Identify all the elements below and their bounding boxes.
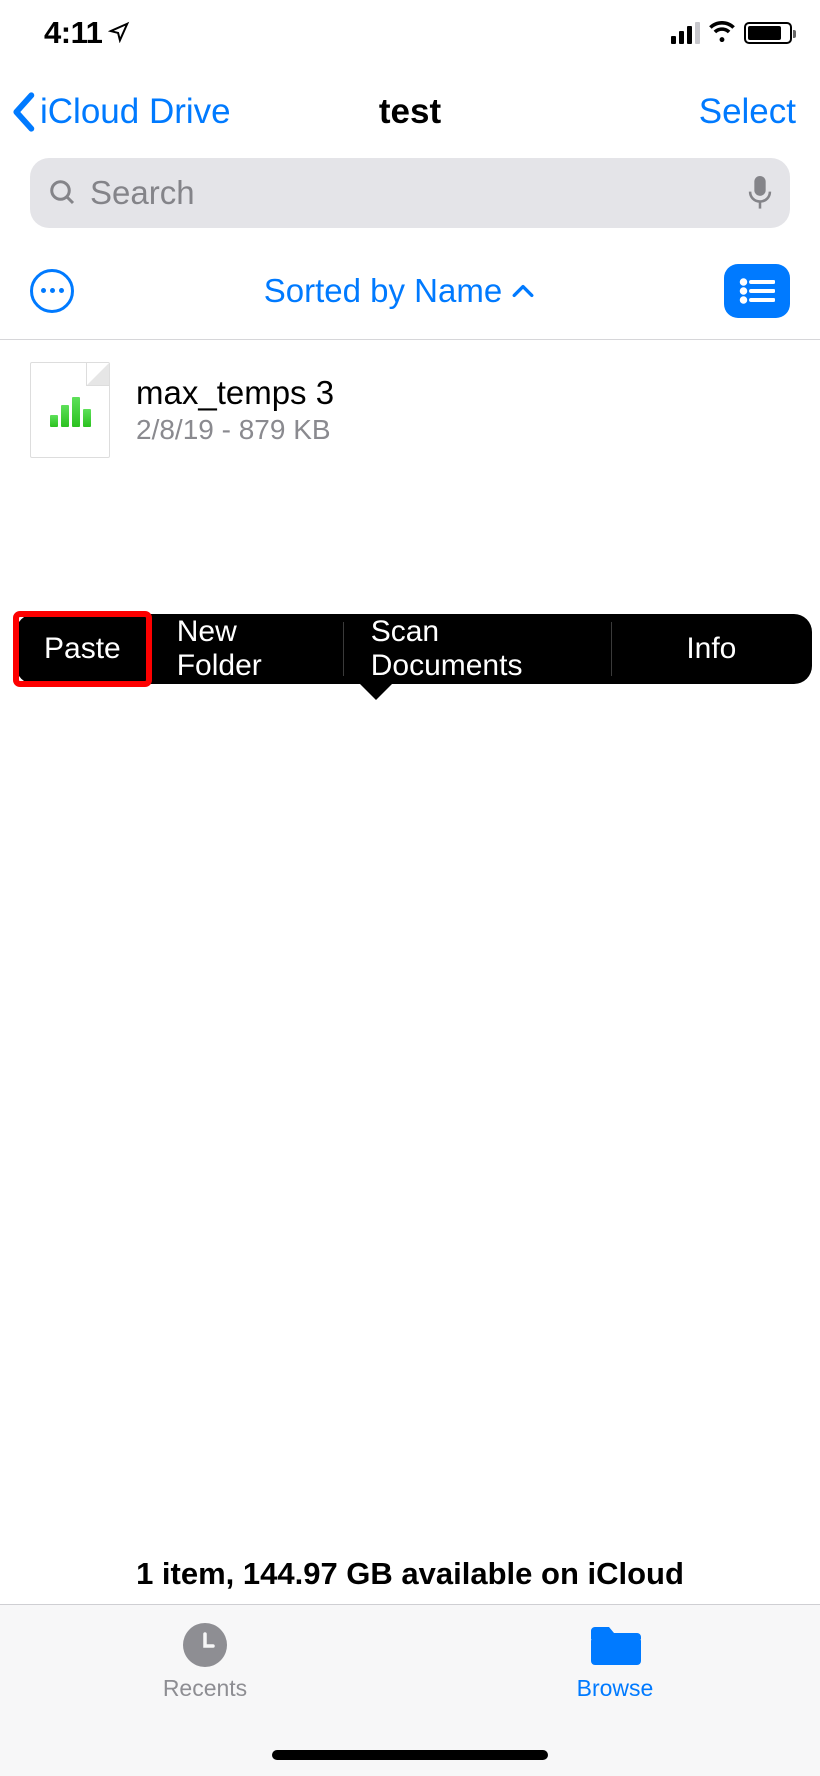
toolbar: Sorted by Name [0, 242, 820, 340]
folder-icon [589, 1623, 641, 1667]
tab-label: Browse [577, 1675, 654, 1702]
status-bar: 4:11 [0, 0, 820, 66]
file-name: max_temps 3 [136, 374, 334, 412]
back-label: iCloud Drive [40, 92, 231, 132]
storage-summary: 1 item, 144.97 GB available on iCloud [0, 1556, 820, 1592]
select-button[interactable]: Select [699, 92, 796, 132]
clock-icon [179, 1623, 231, 1667]
search-field[interactable] [30, 158, 790, 228]
spreadsheet-file-icon [30, 362, 110, 458]
list-view-icon [739, 277, 775, 305]
file-list: max_temps 3 2/8/19 - 879 KB [0, 340, 820, 480]
context-menu: Paste New Folder Scan Documents Info [16, 614, 812, 684]
microphone-icon[interactable] [748, 176, 772, 210]
cellular-signal-icon [671, 22, 700, 44]
home-indicator[interactable] [272, 1750, 548, 1760]
battery-icon [744, 22, 792, 44]
context-menu-paste[interactable]: Paste [16, 614, 149, 684]
context-menu-new-folder[interactable]: New Folder [149, 614, 343, 684]
context-menu-scan-documents[interactable]: Scan Documents [343, 614, 611, 684]
wifi-icon [708, 20, 736, 47]
context-menu-info[interactable]: Info [611, 614, 812, 684]
sort-label: Sorted by Name [264, 272, 502, 310]
search-icon [48, 178, 78, 208]
back-button[interactable]: iCloud Drive [10, 92, 231, 132]
sort-button[interactable]: Sorted by Name [264, 272, 534, 310]
tab-label: Recents [163, 1675, 247, 1702]
file-row[interactable]: max_temps 3 2/8/19 - 879 KB [30, 356, 790, 464]
location-icon [108, 15, 130, 51]
search-input[interactable] [90, 174, 748, 212]
view-toggle-button[interactable] [724, 264, 790, 318]
navigation-bar: iCloud Drive test Select [0, 66, 820, 158]
chevron-up-icon [512, 284, 534, 298]
status-time: 4:11 [44, 15, 102, 51]
file-subtitle: 2/8/19 - 879 KB [136, 414, 334, 446]
more-options-button[interactable] [30, 269, 74, 313]
